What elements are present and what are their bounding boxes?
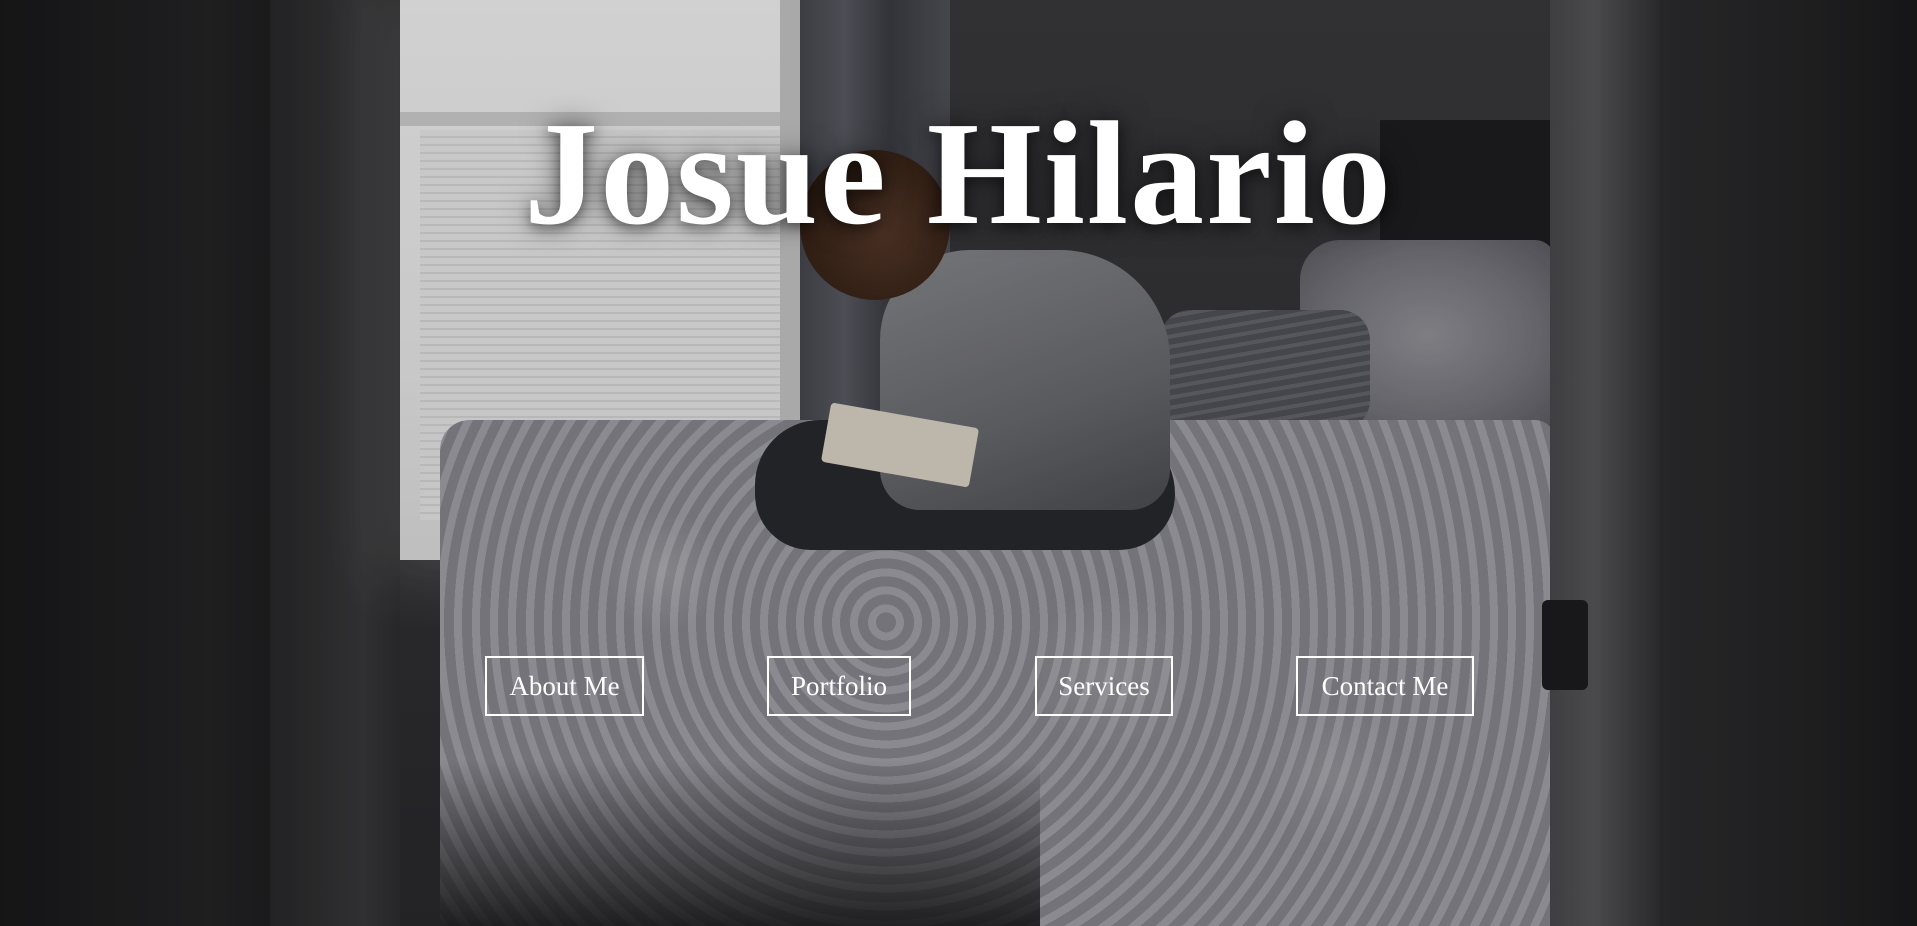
portfolio-button[interactable]: Portfolio [767,656,911,716]
hero-section: Josue Hilario About Me Portfolio Service… [0,0,1917,926]
about-me-button[interactable]: About Me [485,656,644,716]
services-button[interactable]: Services [1035,656,1173,716]
site-title: Josue Hilario [524,92,1393,256]
main-nav: About Me Portfolio Services Contact Me [0,656,1917,720]
contact-me-button[interactable]: Contact Me [1296,656,1474,716]
